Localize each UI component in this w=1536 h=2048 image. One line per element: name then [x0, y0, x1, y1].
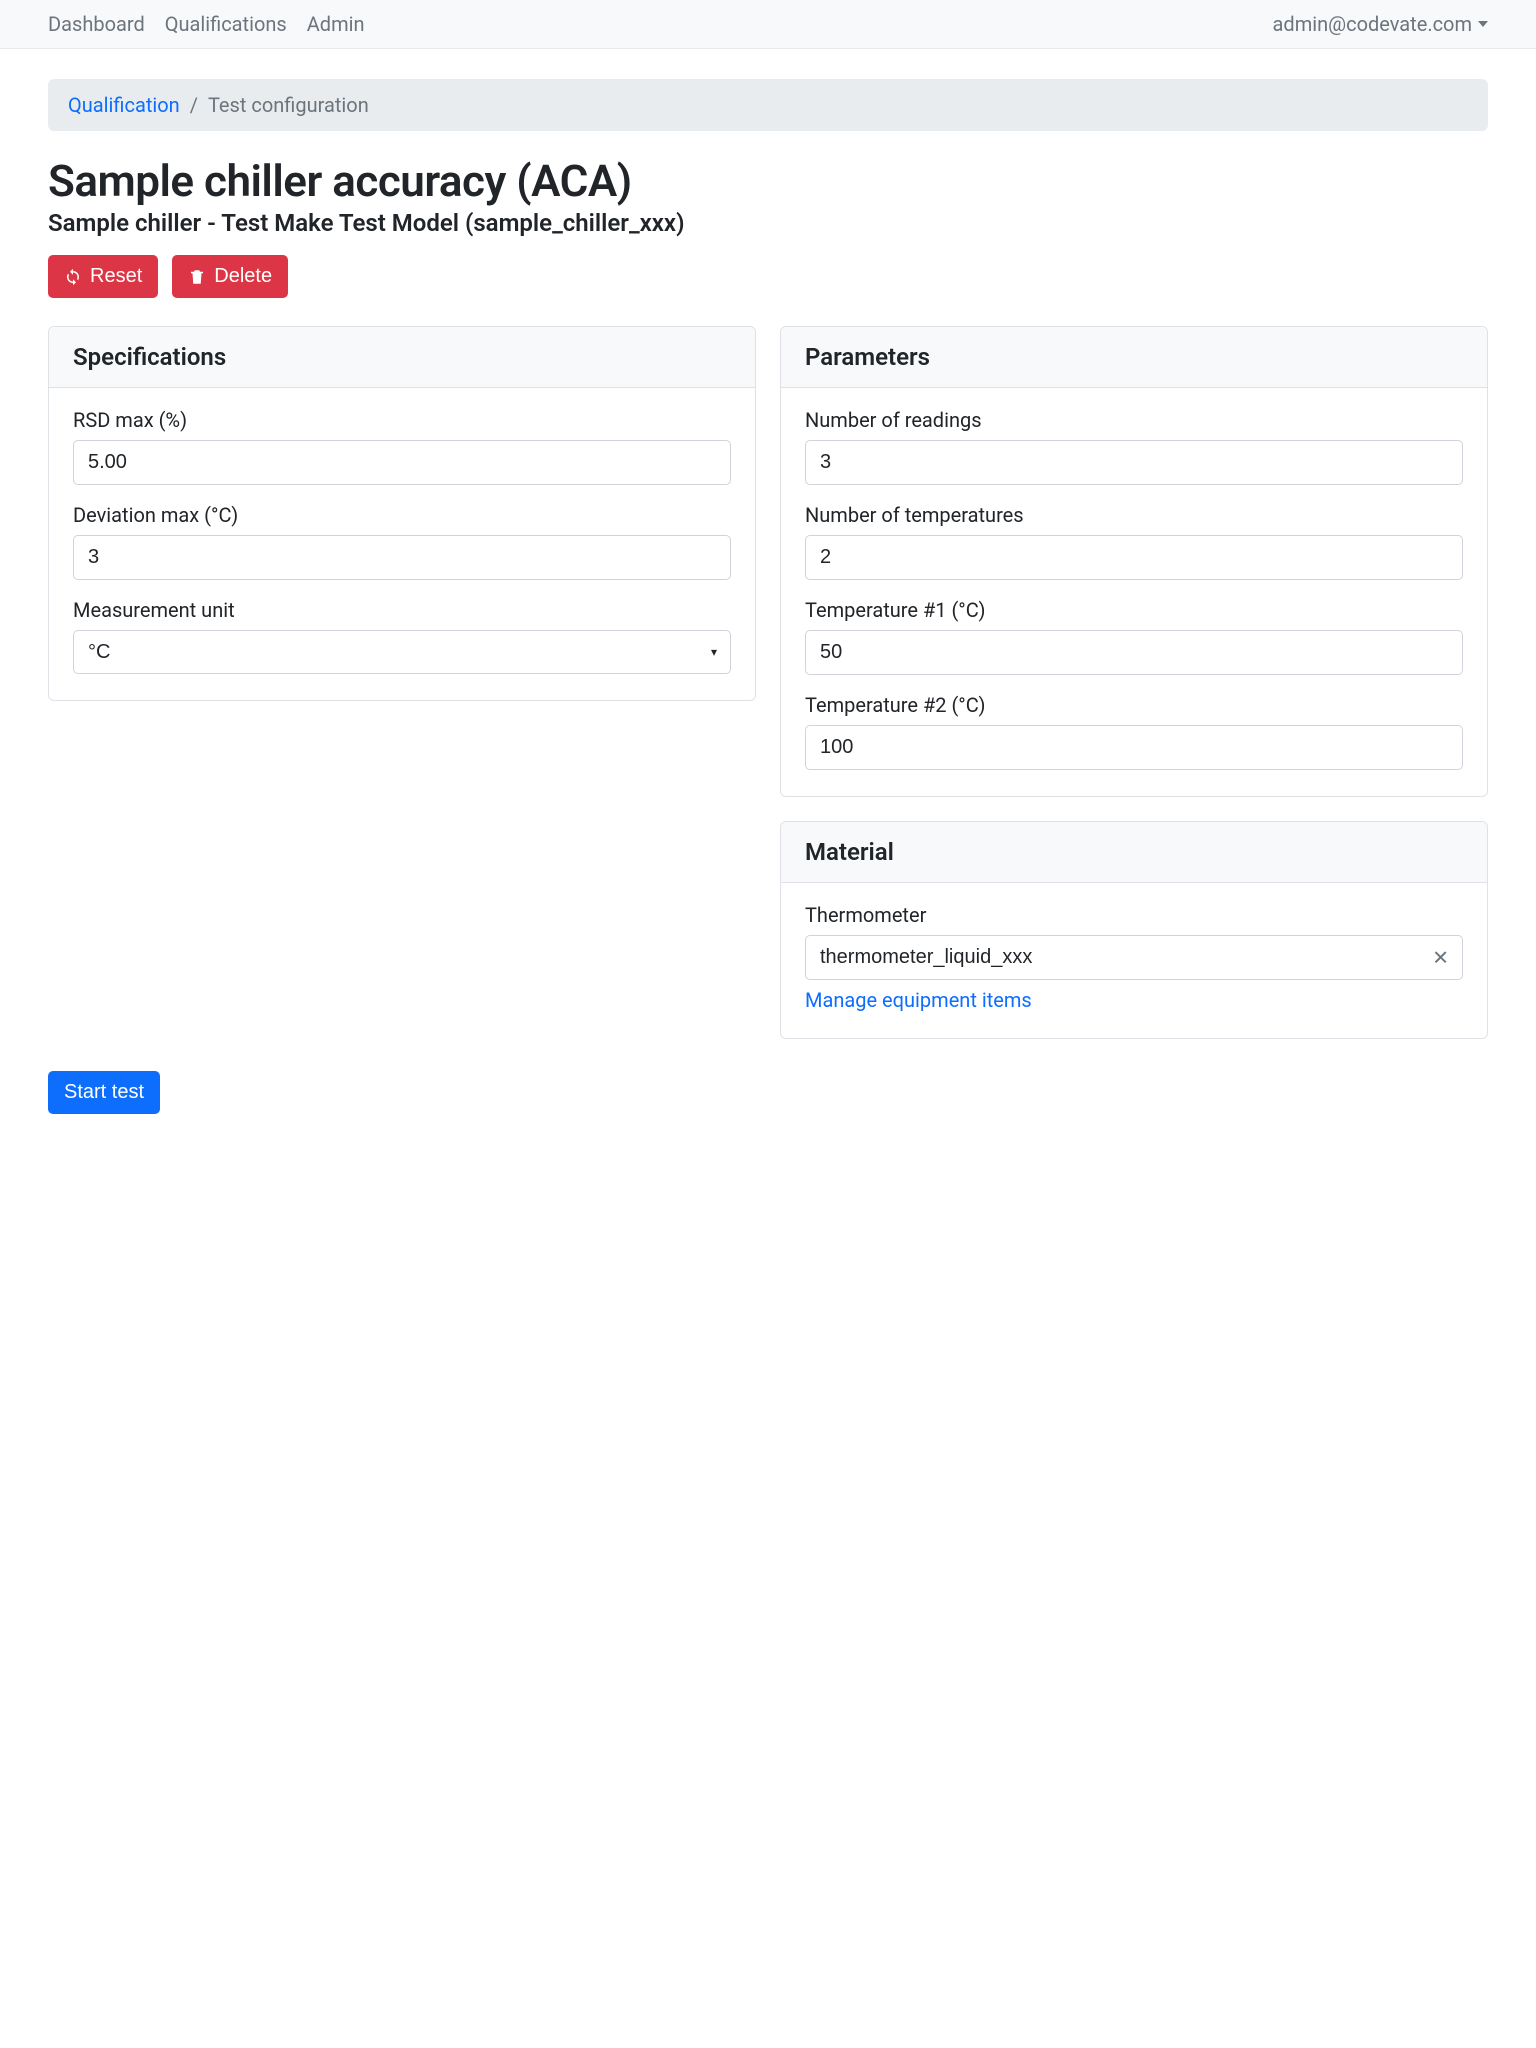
thermometer-input[interactable]: [805, 935, 1463, 980]
rsd-max-label: RSD max (%): [73, 408, 731, 432]
temperature-1-label: Temperature #1 (°C): [805, 598, 1463, 622]
start-test-button-label: Start test: [64, 1081, 144, 1104]
nav-user-dropdown[interactable]: admin@codevate.com: [1273, 12, 1488, 36]
nav-dashboard[interactable]: Dashboard: [48, 12, 145, 36]
breadcrumb-current: Test configuration: [208, 93, 369, 117]
deviation-max-label: Deviation max (°C): [73, 503, 731, 527]
specifications-header: Specifications: [49, 327, 755, 388]
nav-admin[interactable]: Admin: [307, 12, 365, 36]
specifications-panel: Specifications RSD max (%) Deviation max…: [48, 326, 756, 701]
temperatures-label: Number of temperatures: [805, 503, 1463, 527]
start-test-button[interactable]: Start test: [48, 1071, 160, 1114]
reset-icon: [64, 268, 82, 286]
deviation-max-input[interactable]: [73, 535, 731, 580]
manage-equipment-link[interactable]: Manage equipment items: [805, 988, 1032, 1012]
readings-label: Number of readings: [805, 408, 1463, 432]
close-icon: ✕: [1432, 947, 1449, 969]
temperature-1-input[interactable]: [805, 630, 1463, 675]
measurement-unit-label: Measurement unit: [73, 598, 731, 622]
caret-down-icon: [1478, 21, 1488, 27]
readings-input[interactable]: [805, 440, 1463, 485]
delete-button[interactable]: Delete: [172, 255, 288, 298]
thermometer-label: Thermometer: [805, 903, 1463, 927]
breadcrumb-separator: /: [190, 93, 198, 117]
breadcrumb: Qualification / Test configuration: [48, 79, 1488, 131]
parameters-header: Parameters: [781, 327, 1487, 388]
reset-button-label: Reset: [90, 265, 142, 288]
material-panel: Material Thermometer ✕ Manage equipment …: [780, 821, 1488, 1039]
page-subtitle: Sample chiller - Test Make Test Model (s…: [48, 209, 1488, 237]
main-container: Qualification / Test configuration Sampl…: [0, 49, 1536, 1144]
rsd-max-input[interactable]: [73, 440, 731, 485]
parameters-panel: Parameters Number of readings Number of …: [780, 326, 1488, 797]
temperature-2-input[interactable]: [805, 725, 1463, 770]
delete-button-label: Delete: [214, 265, 272, 288]
page-title: Sample chiller accuracy (ACA): [48, 155, 1488, 207]
breadcrumb-link-qualification[interactable]: Qualification: [68, 93, 180, 117]
action-buttons: Reset Delete: [48, 255, 1488, 298]
nav-user-label: admin@codevate.com: [1273, 12, 1472, 36]
navbar: Dashboard Qualifications Admin admin@cod…: [0, 0, 1536, 49]
trash-icon: [188, 268, 206, 286]
temperatures-input[interactable]: [805, 535, 1463, 580]
nav-left: Dashboard Qualifications Admin: [48, 12, 365, 36]
reset-button[interactable]: Reset: [48, 255, 158, 298]
measurement-unit-select[interactable]: °C: [73, 630, 731, 674]
clear-thermometer-button[interactable]: ✕: [1428, 941, 1453, 974]
material-header: Material: [781, 822, 1487, 883]
nav-qualifications[interactable]: Qualifications: [165, 12, 287, 36]
temperature-2-label: Temperature #2 (°C): [805, 693, 1463, 717]
